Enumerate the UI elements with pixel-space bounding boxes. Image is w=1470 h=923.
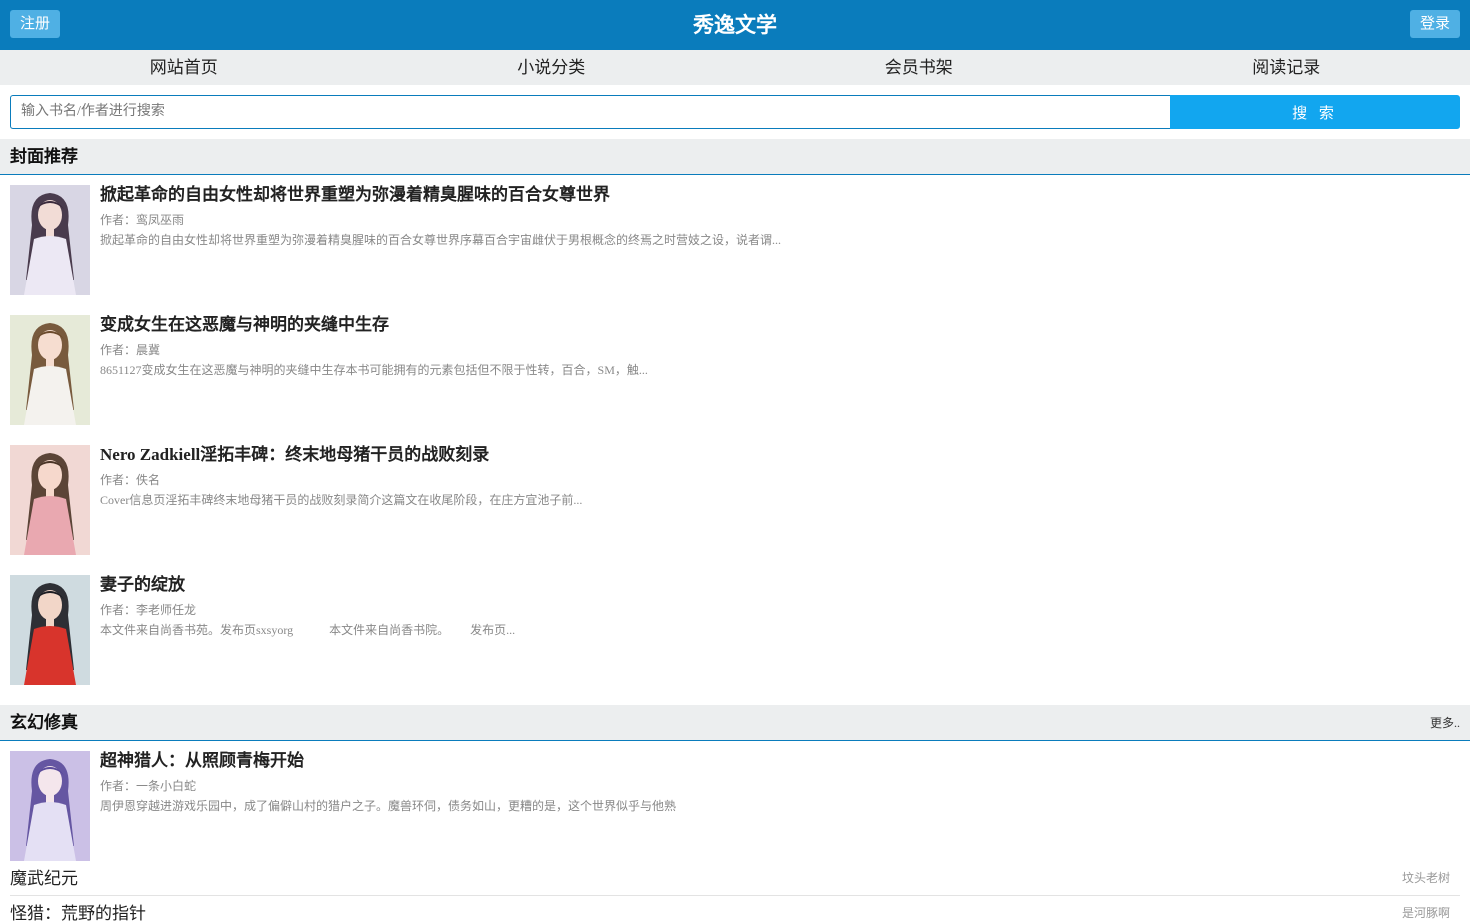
book-intro: 8651127变成女生在这恶魔与神明的夹缝中生存本书可能拥有的元素包括但不限于性… xyxy=(100,363,648,377)
book-cover-image[interactable] xyxy=(10,445,90,555)
section-title: 玄幻修真 xyxy=(10,713,78,732)
book-title[interactable]: Nero Zadkiell淫拓丰碑：终末地母猪干员的战败刻录 xyxy=(100,445,489,465)
nav-bookshelf[interactable]: 会员书架 xyxy=(735,50,1103,85)
book-author: 作者：李老师任龙 xyxy=(100,603,197,617)
book-author: 作者：一条小白蛇 xyxy=(100,779,197,793)
book-cover-image[interactable] xyxy=(10,751,90,861)
category-top-book-item[interactable]: 超神猎人：从照顾青梅开始 作者：一条小白蛇 周伊恩穿越进游戏乐园中，成了偏僻山村… xyxy=(10,751,1460,861)
search-input[interactable] xyxy=(10,95,1170,129)
site-title: 秀逸文学 xyxy=(693,13,777,37)
book-title[interactable]: 超神猎人：从照顾青梅开始 xyxy=(100,751,304,771)
book-intro: 掀起革命的自由女性却将世界重塑为弥漫着精臭腥味的百合女尊世界序幕百合宇宙雌伏于男… xyxy=(100,233,782,247)
book-author: 是河豚啊 xyxy=(1401,906,1450,920)
main-nav: 网站首页 小说分类 会员书架 阅读记录 xyxy=(0,50,1470,85)
featured-book-item[interactable]: Nero Zadkiell淫拓丰碑：终末地母猪干员的战败刻录 作者：佚名 Cov… xyxy=(10,445,1460,555)
section-xuanhuan: 玄幻修真 更多.. xyxy=(0,705,1470,741)
featured-book-item[interactable]: 变成女生在这恶魔与神明的夹缝中生存 作者：晨冀 8651127变成女生在这恶魔与… xyxy=(10,315,1460,425)
top-header: 注册 秀逸文学 登录 xyxy=(0,0,1470,50)
book-title[interactable]: 怪猎：荒野的指针 xyxy=(10,896,146,923)
book-author: 坟头老树 xyxy=(1401,871,1450,885)
nav-home[interactable]: 网站首页 xyxy=(0,50,368,85)
login-button[interactable]: 登录 xyxy=(1409,10,1460,38)
nav-categories[interactable]: 小说分类 xyxy=(368,50,736,85)
book-intro: 周伊恩穿越进游戏乐园中，成了偏僻山村的猎户之子。魔兽环伺，债务如山，更糟的是，这… xyxy=(100,799,677,813)
book-cover-image[interactable] xyxy=(10,315,90,425)
search-button[interactable]: 搜 索 xyxy=(1170,95,1460,129)
book-intro: Cover信息页淫拓丰碑终末地母猪干员的战败刻录简介这篇文在收尾阶段，在庄方宜池… xyxy=(100,493,583,507)
book-title[interactable]: 魔武纪元 xyxy=(10,861,78,896)
book-cover-image[interactable] xyxy=(10,185,90,295)
book-list-row[interactable]: 怪猎：荒野的指针 是河豚啊 xyxy=(10,896,1460,923)
more-link[interactable]: 更多.. xyxy=(1430,705,1460,741)
book-title[interactable]: 妻子的绽放 xyxy=(100,575,185,595)
section-featured: 封面推荐 xyxy=(0,139,1470,175)
book-author: 作者：佚名 xyxy=(100,473,161,487)
search-bar: 搜 索 xyxy=(10,95,1460,129)
featured-book-item[interactable]: 掀起革命的自由女性却将世界重塑为弥漫着精臭腥味的百合女尊世界 作者：鸾凤巫雨 掀… xyxy=(10,185,1460,295)
nav-reading-history[interactable]: 阅读记录 xyxy=(1103,50,1470,85)
book-list-row[interactable]: 魔武纪元 坟头老树 xyxy=(10,861,1460,896)
book-cover-image[interactable] xyxy=(10,575,90,685)
book-title[interactable]: 变成女生在这恶魔与神明的夹缝中生存 xyxy=(100,315,389,335)
book-title[interactable]: 掀起革命的自由女性却将世界重塑为弥漫着精臭腥味的百合女尊世界 xyxy=(100,185,610,205)
featured-book-item[interactable]: 妻子的绽放 作者：李老师任龙 本文件来自尚香书苑。发布页sxsyorg 本文件来… xyxy=(10,575,1460,685)
book-author: 作者：鸾凤巫雨 xyxy=(100,213,185,227)
book-author: 作者：晨冀 xyxy=(100,343,161,357)
book-intro: 本文件来自尚香书苑。发布页sxsyorg 本文件来自尚香书院。 发布页... xyxy=(100,623,516,637)
section-title: 封面推荐 xyxy=(10,147,78,166)
